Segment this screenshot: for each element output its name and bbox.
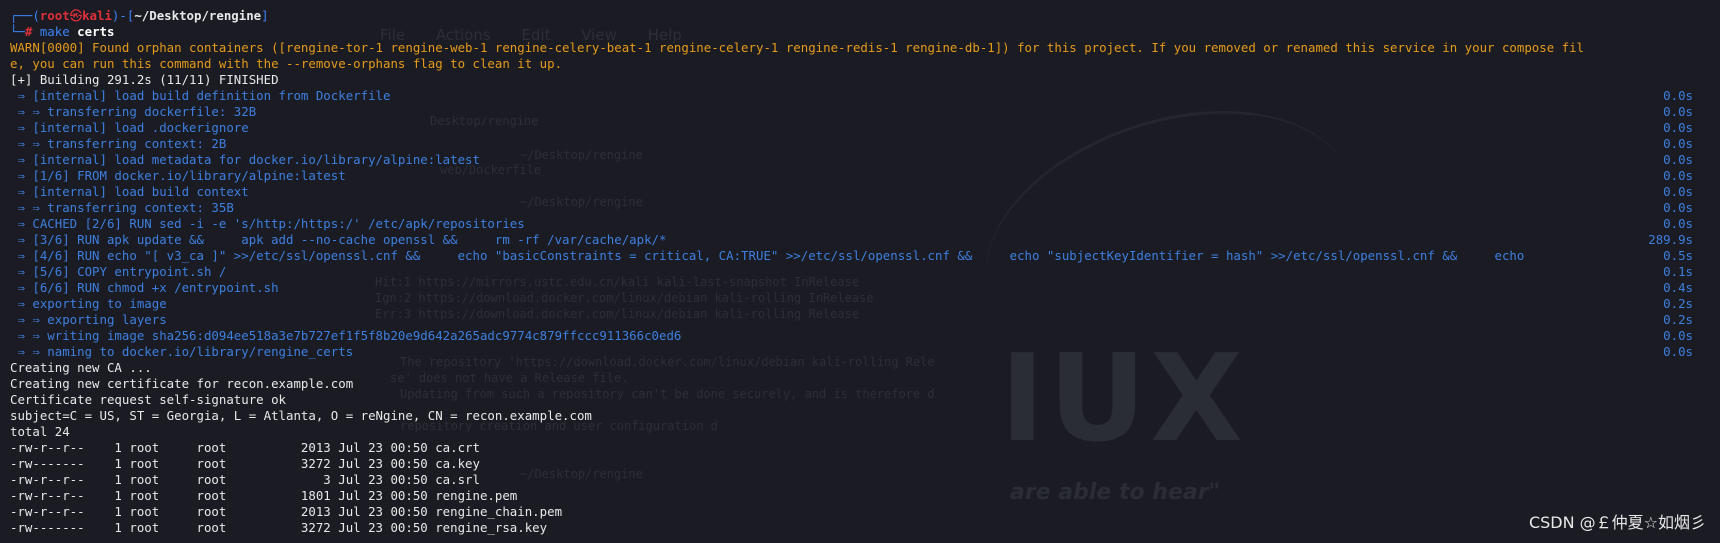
build-step-text: ⇒ [5/6] COPY entrypoint.sh / <box>10 264 227 279</box>
build-step-time: 0.0s <box>1663 136 1693 151</box>
prompt-host: kali <box>82 8 112 23</box>
build-step: ⇒ CACHED [2/6] RUN sed -i -e 's/http:/ht… <box>10 216 1720 232</box>
command-argument: certs <box>77 24 115 39</box>
build-step-text: ⇒ [internal] load .dockerignore <box>10 120 249 135</box>
build-step-text: ⇒ ⇒ exporting layers <box>10 312 167 327</box>
build-step-text: ⇒ [6/6] RUN chmod +x /entrypoint.sh <box>10 280 279 295</box>
build-step-time: 0.0s <box>1663 216 1693 231</box>
build-step-time: 0.0s <box>1663 344 1693 359</box>
output-line: total 24 <box>10 424 70 439</box>
prompt-separator: )-[ <box>111 8 135 23</box>
prompt-hash: # <box>24 24 40 39</box>
warn-line: e, you can run this command with the --r… <box>10 56 563 71</box>
build-step: ⇒ ⇒ transferring context: 2B 0.0s <box>10 136 1720 152</box>
build-step: ⇒ [3/6] RUN apk update && apk add --no-c… <box>10 232 1720 248</box>
build-step: ⇒ [4/6] RUN echo "[ v3_ca ]" >>/etc/ssl/… <box>10 248 1720 264</box>
build-step-text: ⇒ [internal] load build definition from … <box>10 88 391 103</box>
build-step: ⇒ [5/6] COPY entrypoint.sh / 0.1s <box>10 264 1720 280</box>
prompt-path: ~/Desktop/rengine <box>134 8 262 23</box>
build-step-text: ⇒ [3/6] RUN apk update && apk add --no-c… <box>10 232 667 247</box>
file-listing-row: -rw-r--r-- 1 root root 1801 Jul 23 00:50… <box>10 488 518 503</box>
build-step-time: 0.4s <box>1663 280 1693 295</box>
build-step-time: 0.5s <box>1663 248 1693 263</box>
build-step-text: ⇒ ⇒ transferring dockerfile: 32B <box>10 104 257 119</box>
output-line: Certificate request self-signature ok <box>10 392 287 407</box>
prompt-line-top: ┌──(root㉿kali)-[~/Desktop/rengine] <box>10 8 1720 24</box>
prompt-corner-bottom: └─ <box>10 24 25 39</box>
build-step: ⇒ [1/6] FROM docker.io/library/alpine:la… <box>10 168 1720 184</box>
build-step-text: ⇒ [1/6] FROM docker.io/library/alpine:la… <box>10 168 346 183</box>
prompt-user: root <box>39 8 70 23</box>
build-step-text: ⇒ [4/6] RUN echo "[ v3_ca ]" >>/etc/ssl/… <box>10 248 1525 263</box>
build-step-text: ⇒ CACHED [2/6] RUN sed -i -e 's/http:/ht… <box>10 216 525 231</box>
build-step-time: 0.1s <box>1663 264 1693 279</box>
build-step: ⇒ [6/6] RUN chmod +x /entrypoint.sh 0.4s <box>10 280 1720 296</box>
build-step-time: 0.0s <box>1663 184 1693 199</box>
file-listing-row: -rw------- 1 root root 3272 Jul 23 00:50… <box>10 520 548 535</box>
build-step-time: 0.0s <box>1663 152 1693 167</box>
warn-line: WARN[0000] Found orphan containers ([ren… <box>10 40 1585 55</box>
build-step: ⇒ [internal] load metadata for docker.io… <box>10 152 1720 168</box>
terminal-output[interactable]: ┌──(root㉿kali)-[~/Desktop/rengine] └─# m… <box>10 8 1720 536</box>
build-step-text: ⇒ [internal] load metadata for docker.io… <box>10 152 480 167</box>
build-step: ⇒ [internal] load .dockerignore 0.0s <box>10 120 1720 136</box>
build-step: ⇒ exporting to image 0.2s <box>10 296 1720 312</box>
build-step-text: ⇒ ⇒ transferring context: 2B <box>10 136 227 151</box>
build-step: ⇒ ⇒ exporting layers 0.2s <box>10 312 1720 328</box>
prompt-line-command: └─# make certs <box>10 24 1720 40</box>
build-step-text: ⇒ ⇒ writing image sha256:d094ee518a3e7b7… <box>10 328 682 343</box>
build-step: ⇒ [internal] load build definition from … <box>10 88 1720 104</box>
build-step-time: 0.0s <box>1663 200 1693 215</box>
command-name: make <box>39 24 70 39</box>
build-step-text: ⇒ [internal] load build context <box>10 184 249 199</box>
build-step: ⇒ ⇒ writing image sha256:d094ee518a3e7b7… <box>10 328 1720 344</box>
build-step: ⇒ ⇒ transferring dockerfile: 32B 0.0s <box>10 104 1720 120</box>
output-line: subject=C = US, ST = Georgia, L = Atlant… <box>10 408 592 423</box>
build-step-time: 0.2s <box>1663 312 1693 327</box>
file-listing-row: -rw-r--r-- 1 root root 3 Jul 23 00:50 ca… <box>10 472 480 487</box>
csdn-watermark: CSDN @￡仲夏☆如烟彡 <box>1528 513 1706 532</box>
build-step-time: 289.9s <box>1648 232 1693 247</box>
file-listing-row: -rw------- 1 root root 3272 Jul 23 00:50… <box>10 456 480 471</box>
file-listing-row: -rw-r--r-- 1 root root 2013 Jul 23 00:50… <box>10 440 480 455</box>
output-line: Creating new CA ... <box>10 360 152 375</box>
build-step: ⇒ ⇒ transferring context: 35B 0.0s <box>10 200 1720 216</box>
build-step-time: 0.0s <box>1663 120 1693 135</box>
file-listing-row: -rw-r--r-- 1 root root 2013 Jul 23 00:50… <box>10 504 563 519</box>
prompt-close-bracket: ] <box>261 8 269 23</box>
build-step-time: 0.0s <box>1663 88 1693 103</box>
build-step-time: 0.2s <box>1663 296 1693 311</box>
building-status-line: [+] Building 291.2s (11/11) FINISHED <box>10 72 279 87</box>
build-step-text: ⇒ ⇒ naming to docker.io/library/rengine_… <box>10 344 354 359</box>
build-step-time: 0.0s <box>1663 104 1693 119</box>
build-step: ⇒ ⇒ naming to docker.io/library/rengine_… <box>10 344 1720 360</box>
build-step: ⇒ [internal] load build context 0.0s <box>10 184 1720 200</box>
output-line: Creating new certificate for recon.examp… <box>10 376 354 391</box>
build-step-time: 0.0s <box>1663 168 1693 183</box>
prompt-corner-top: ┌──( <box>10 8 40 23</box>
prompt-at-symbol: ㉿ <box>69 8 83 23</box>
build-step-text: ⇒ ⇒ transferring context: 35B <box>10 200 234 215</box>
build-step-time: 0.0s <box>1663 328 1693 343</box>
build-step-text: ⇒ exporting to image <box>10 296 167 311</box>
